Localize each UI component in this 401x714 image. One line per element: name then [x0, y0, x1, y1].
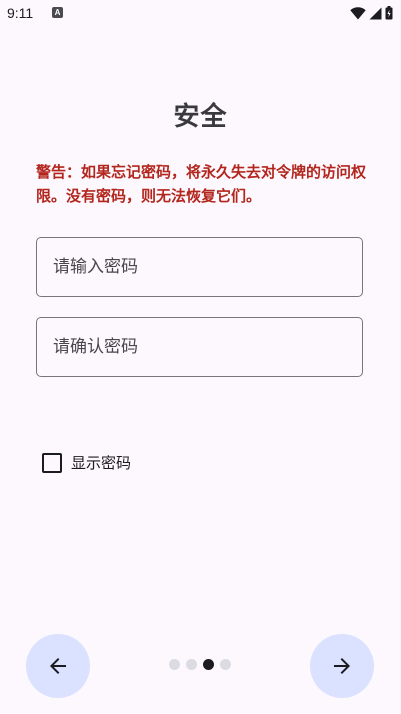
cellular-signal-icon	[369, 7, 382, 19]
battery-icon	[385, 6, 393, 20]
status-bar: 9:11 A	[0, 0, 401, 28]
next-button[interactable]	[310, 634, 374, 698]
page-dot-3-active	[203, 659, 214, 670]
notification-app-icon: A	[52, 7, 63, 18]
arrow-right-icon	[334, 658, 350, 674]
status-icons	[350, 6, 393, 20]
wifi-icon	[350, 6, 366, 19]
checkbox-box[interactable]	[42, 452, 62, 473]
show-password-checkbox[interactable]: 显示密码	[42, 452, 131, 473]
page-dot-2	[186, 659, 197, 670]
page-dot-4	[220, 659, 231, 670]
back-button[interactable]	[26, 634, 90, 698]
password-field[interactable]	[36, 237, 363, 297]
confirm-password-input[interactable]	[53, 318, 343, 376]
confirm-password-field[interactable]	[36, 317, 363, 377]
show-password-label: 显示密码	[71, 454, 132, 472]
arrow-left-icon	[50, 658, 66, 674]
page-title: 安全	[173, 102, 228, 132]
page-dot-1	[169, 659, 180, 670]
warning-message: 警告：如果忘记密码，将永久失去对令牌的访问权限。没有密码，则无法恢复它们。	[36, 163, 367, 205]
page-indicator	[169, 659, 231, 670]
status-time: 9:11	[7, 5, 34, 21]
password-input[interactable]	[53, 238, 343, 296]
